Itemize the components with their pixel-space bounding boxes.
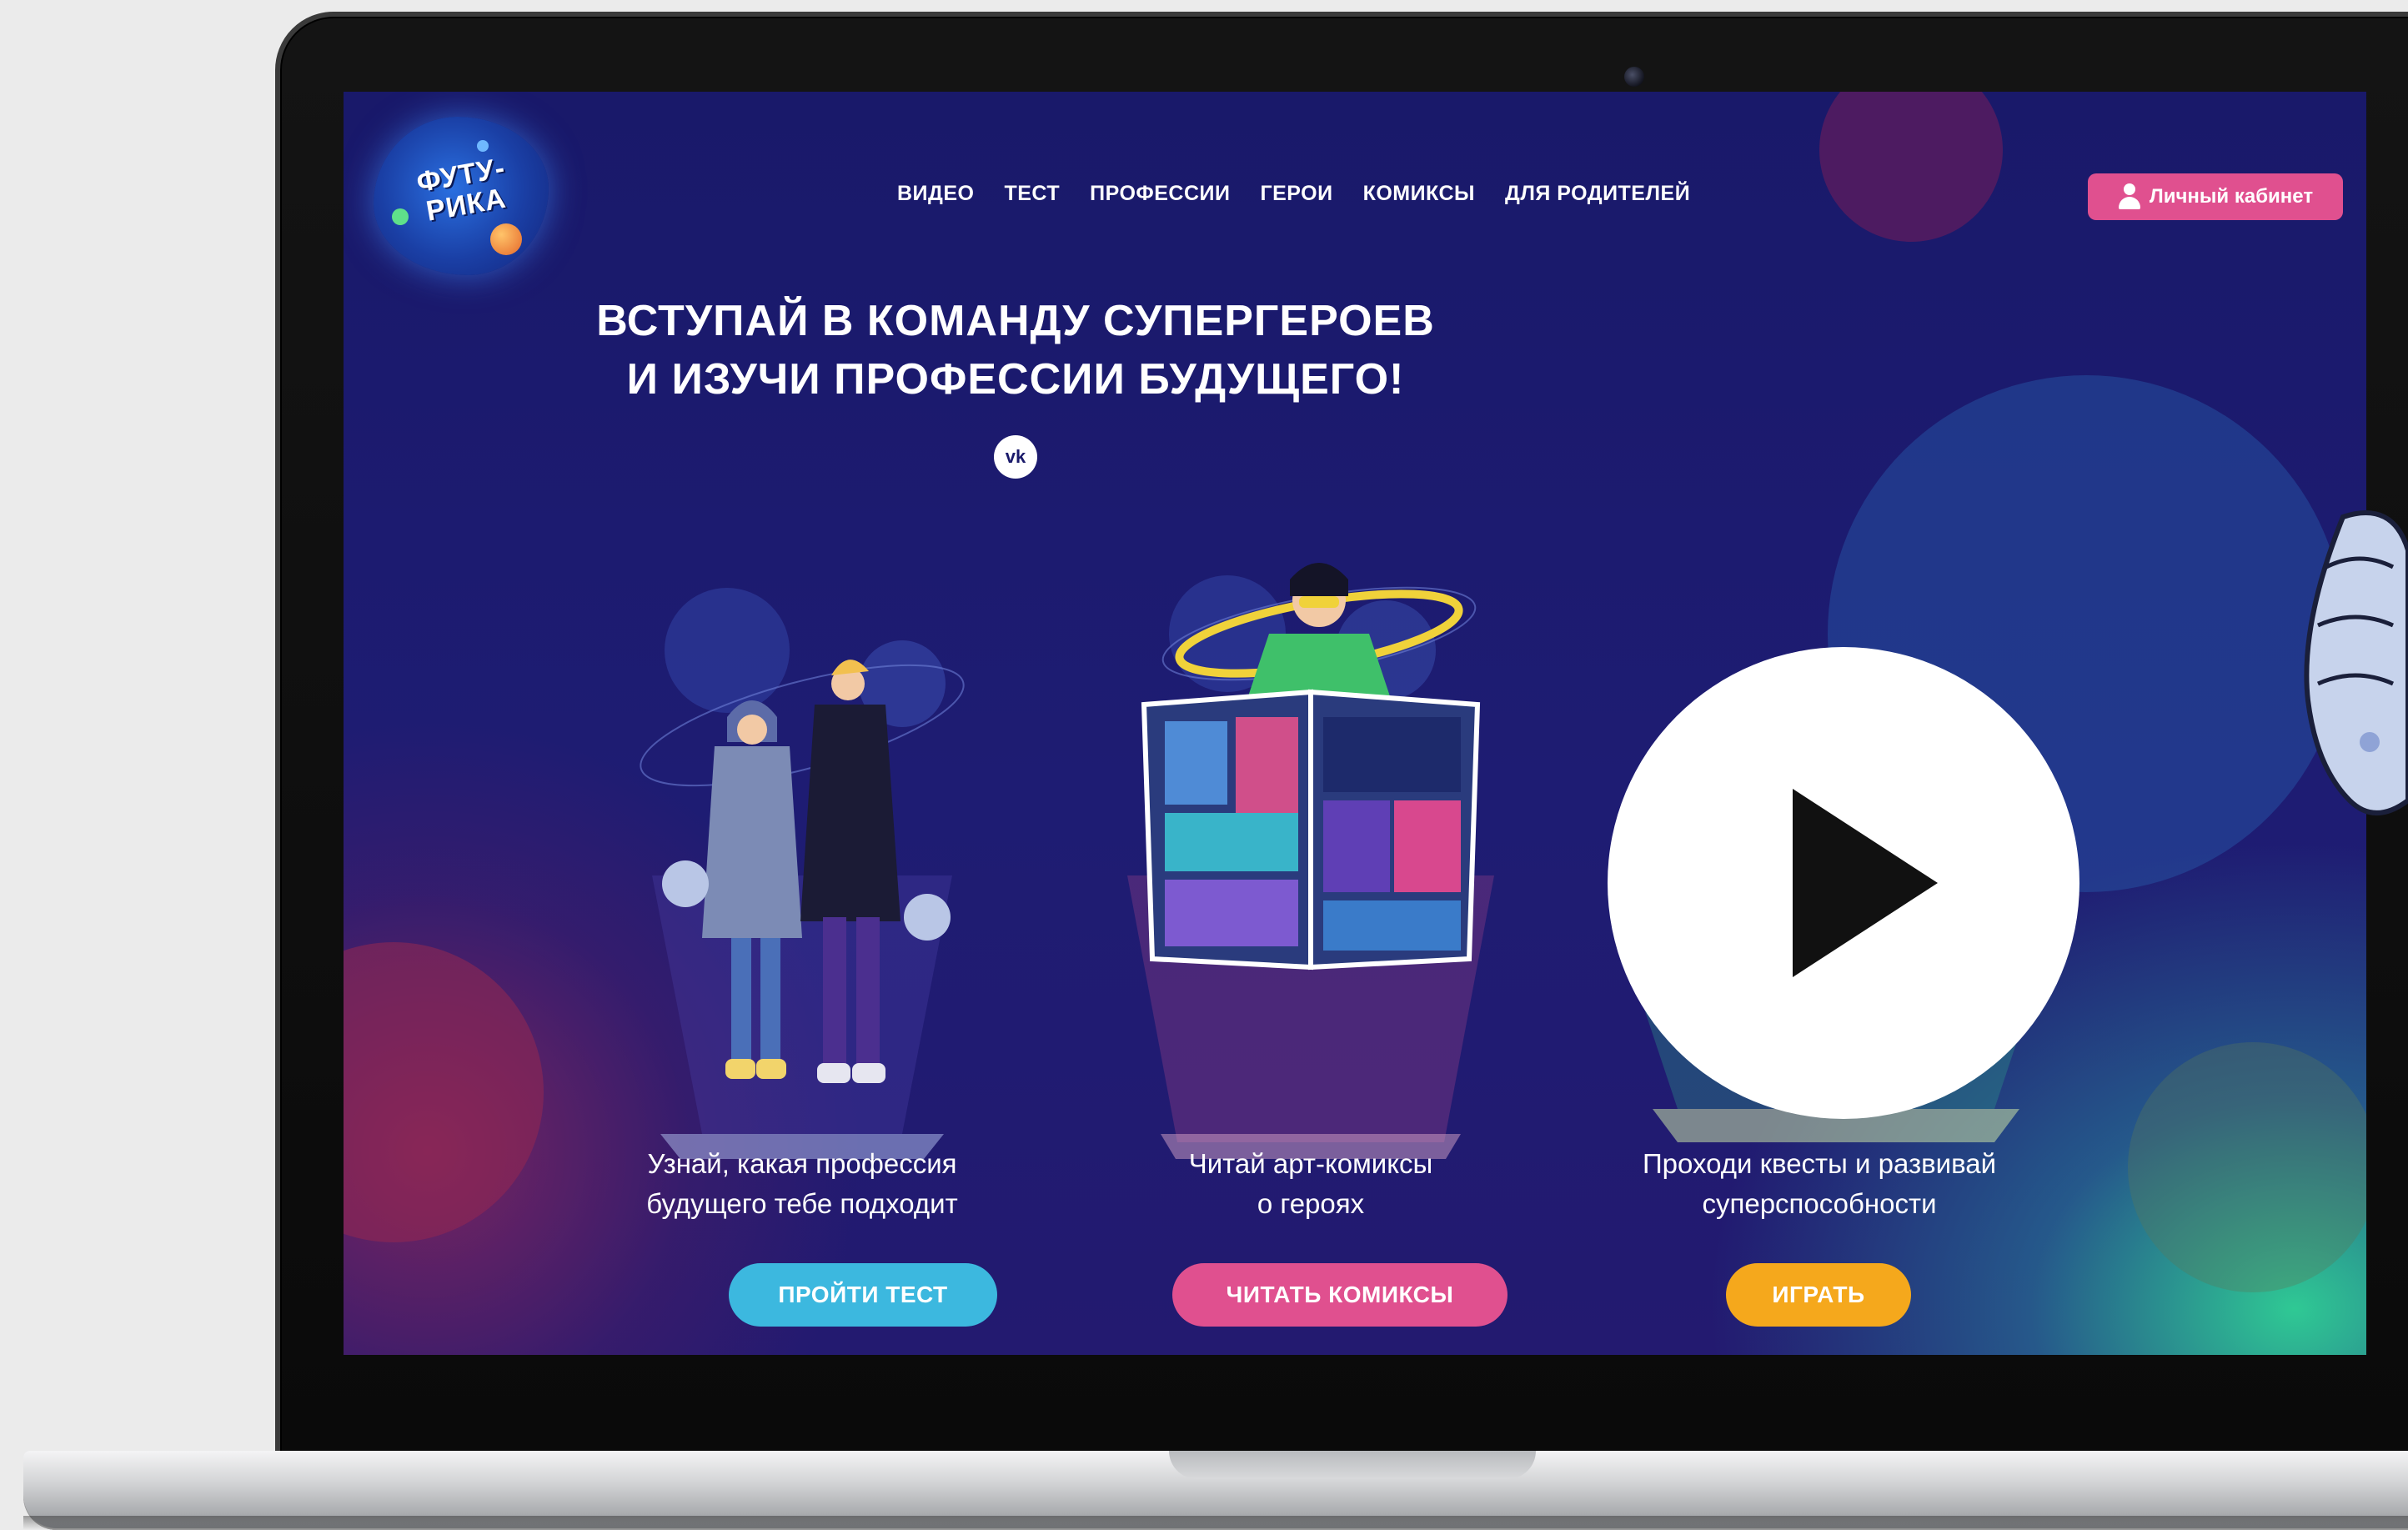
nav-item-professions[interactable]: ПРОФЕССИИ: [1090, 182, 1230, 206]
card-text-line: Читай арт-комиксы: [1188, 1148, 1433, 1179]
camera-icon: [1624, 67, 1644, 87]
card-text-line: будущего тебе подходит: [646, 1188, 958, 1219]
planet-icon: [490, 223, 522, 255]
read-comics-button[interactable]: ЧИТАТЬ КОМИКСЫ: [1172, 1263, 1508, 1327]
hero-title-line-1: ВСТУПАЙ В КОМАНДУ СУПЕРГЕРОЕВ: [596, 297, 1435, 345]
card-text-line: Узнай, какая профессия: [647, 1148, 957, 1179]
account-button-label: Личный кабинет: [2149, 185, 2314, 208]
laptop-notch: [1169, 1451, 1536, 1479]
decorative-circle: [1819, 92, 2003, 242]
user-icon: [2118, 183, 2141, 210]
vk-icon-label: vk: [1005, 446, 1026, 467]
hero-title-line-2: И ИЗУЧИ ПРОФЕССИИ БУДУЩЕГО!: [626, 355, 1405, 404]
nav-item-comics[interactable]: КОМИКСЫ: [1363, 182, 1475, 206]
account-button[interactable]: Личный кабинет: [2088, 173, 2343, 220]
card-description-quests: Проходи квесты и развивай суперспособнос…: [1586, 1144, 2053, 1224]
decorative-circle: [344, 942, 544, 1242]
heroes-illustration: [640, 588, 965, 1159]
nav-item-heroes[interactable]: ГЕРОИ: [1260, 182, 1332, 206]
card-text-line: суперспособности: [1702, 1188, 1937, 1219]
card-description-comics: Читай арт-комиксы о героях: [1127, 1144, 1494, 1224]
site-logo[interactable]: ФУТУ- РИКА: [374, 117, 549, 275]
nav-item-test[interactable]: ТЕСТ: [1004, 182, 1060, 206]
logo-dot: [477, 140, 489, 152]
take-test-button[interactable]: ПРОЙТИ ТЕСТ: [729, 1263, 997, 1327]
vk-icon[interactable]: vk: [994, 435, 1037, 479]
robot-hand-illustration: [2304, 510, 2408, 815]
hero-title: ВСТУПАЙ В КОМАНДУ СУПЕРГЕРОЕВ И ИЗУЧИ ПР…: [344, 292, 1688, 409]
main-nav: ВИДЕО ТЕСТ ПРОФЕССИИ ГЕРОИ КОМИКСЫ ДЛЯ Р…: [897, 182, 1690, 206]
card-description-test: Узнай, какая профессия будущего тебе под…: [619, 1144, 986, 1224]
card-text-line: Проходи квесты и развивай: [1642, 1148, 1997, 1179]
nav-item-parents[interactable]: ДЛЯ РОДИТЕЛЕЙ: [1505, 182, 1690, 206]
card-text-line: о героях: [1257, 1188, 1365, 1219]
video-play-button[interactable]: [1608, 647, 2079, 1119]
nav-item-video[interactable]: ВИДЕО: [897, 182, 974, 206]
play-button[interactable]: ИГРАТЬ: [1726, 1263, 1911, 1327]
decorative-circle: [2128, 1042, 2366, 1292]
play-icon: [1793, 789, 1938, 977]
comics-illustration: [1127, 563, 1494, 1159]
laptop-shadow: [23, 1516, 2408, 1530]
